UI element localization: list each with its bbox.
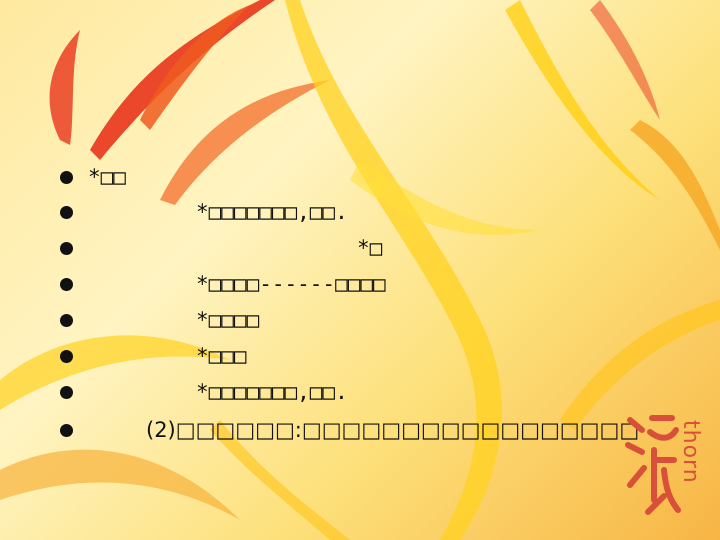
bullet-row: (2)□□□□□□:□□□□□□□□□□□□□□□□□ (60, 415, 680, 445)
bullet-text: *□□□□□□□,□□. (196, 380, 348, 404)
bullet-dot (60, 277, 73, 291)
bullet-row: *□□□□□□□,□□. (60, 197, 680, 227)
bullet-row: *□□□□□□□,□□. (60, 377, 680, 407)
bullet-text: *□□□□------□□□□ (196, 272, 386, 296)
bullet-text: *□□□□□□□,□□. (196, 200, 348, 224)
bullet-text: (2)□□□□□□:□□□□□□□□□□□□□□□□□ (146, 418, 640, 442)
thorn-logo-icon (625, 415, 681, 515)
bullet-list: *□□ *□□□□□□□,□□. *□ *□□□□------□□□□ *□□□… (0, 0, 720, 540)
bullet-text: *□□□ (196, 344, 247, 368)
bullet-row: *□□□□------□□□□ (60, 269, 680, 299)
bullet-dot (60, 349, 73, 363)
bullet-dot (60, 423, 73, 437)
bullet-row: *□□□ (60, 341, 680, 371)
bullet-row: *□□ (60, 162, 680, 192)
bullet-text: *□□□□ (196, 308, 260, 332)
logo-word: thorn (678, 420, 703, 484)
bullet-row: *□□□□ (60, 305, 680, 335)
bullet-dot (60, 205, 73, 219)
bullet-dot (60, 313, 73, 327)
bullet-dot (60, 385, 73, 399)
bullet-text: *□ (357, 236, 383, 260)
slide: *□□ *□□□□□□□,□□. *□ *□□□□------□□□□ *□□□… (0, 0, 720, 540)
bullet-dot (60, 241, 73, 255)
bullet-row: *□ (60, 233, 680, 263)
bullet-dot (60, 170, 73, 184)
bullet-text: *□□ (88, 165, 126, 189)
